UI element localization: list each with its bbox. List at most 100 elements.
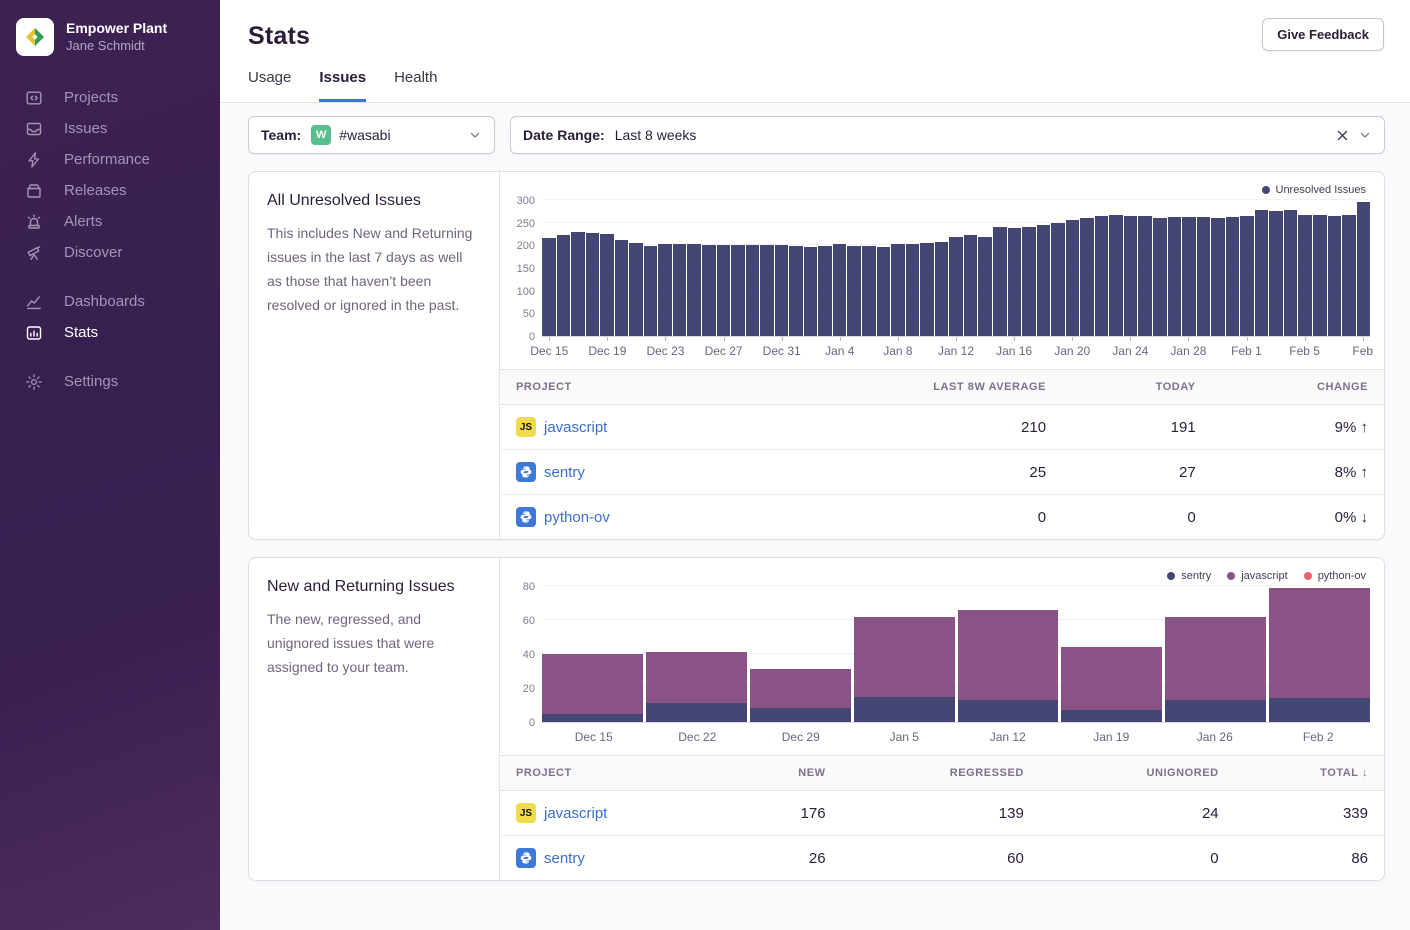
bar[interactable] [1226, 217, 1240, 336]
give-feedback-button[interactable]: Give Feedback [1262, 18, 1384, 51]
sidebar-item-discover[interactable]: Discover [0, 237, 220, 268]
bar[interactable] [847, 246, 861, 336]
column-header-regressed[interactable]: REGRESSED [842, 756, 1040, 791]
bar[interactable] [687, 244, 701, 336]
project-link[interactable]: javascript [544, 419, 607, 436]
stacked-bar[interactable] [854, 617, 955, 722]
team-selector[interactable]: Team: W #wasabi [248, 116, 495, 154]
bar[interactable] [1357, 202, 1371, 336]
legend-item-sentry[interactable]: sentry [1167, 570, 1211, 582]
stacked-bar[interactable] [1269, 588, 1370, 722]
column-header-last-8w-average[interactable]: LAST 8W AVERAGE [761, 370, 1062, 405]
bar[interactable] [629, 243, 643, 336]
column-header-change[interactable]: CHANGE [1212, 370, 1384, 405]
sidebar-item-releases[interactable]: Releases [0, 175, 220, 206]
bar[interactable] [1168, 217, 1182, 336]
bar[interactable] [1153, 218, 1167, 336]
bar[interactable] [760, 245, 774, 336]
project-link[interactable]: sentry [544, 850, 585, 867]
bar[interactable] [1080, 218, 1094, 336]
bar[interactable] [862, 246, 876, 336]
bar[interactable] [658, 244, 672, 336]
bar[interactable] [1284, 210, 1298, 336]
bar[interactable] [1182, 217, 1196, 336]
bar[interactable] [1313, 215, 1327, 336]
bar[interactable] [1008, 228, 1022, 336]
bar[interactable] [906, 244, 920, 336]
bar[interactable] [542, 238, 556, 336]
bar[interactable] [717, 245, 731, 336]
stacked-bar[interactable] [542, 654, 643, 722]
stacked-bar[interactable] [646, 652, 747, 722]
bar[interactable] [1037, 225, 1051, 336]
bar[interactable] [789, 246, 803, 336]
bar[interactable] [673, 244, 687, 336]
legend-item-unresolved-issues[interactable]: Unresolved Issues [1262, 184, 1367, 196]
tab-issues[interactable]: Issues [319, 69, 366, 102]
project-link[interactable]: javascript [544, 805, 607, 822]
legend-item-javascript[interactable]: javascript [1227, 570, 1287, 582]
bar[interactable] [1051, 223, 1065, 336]
sidebar-item-projects[interactable]: Projects [0, 82, 220, 113]
stacked-bar[interactable] [1165, 617, 1266, 722]
project-link[interactable]: sentry [544, 464, 585, 481]
bar[interactable] [818, 246, 832, 336]
bar[interactable] [557, 235, 571, 336]
bar[interactable] [1095, 216, 1109, 336]
sidebar-item-issues[interactable]: Issues [0, 113, 220, 144]
bar[interactable] [644, 246, 658, 336]
bar[interactable] [935, 242, 949, 336]
bar[interactable] [1109, 215, 1123, 336]
column-header-total[interactable]: TOTAL ↓ [1235, 756, 1384, 791]
sidebar-item-dashboards[interactable]: Dashboards [0, 286, 220, 317]
project-link[interactable]: python-ov [544, 509, 610, 526]
bar[interactable] [586, 233, 600, 337]
bar[interactable] [1197, 217, 1211, 336]
stacked-bar[interactable] [958, 610, 1059, 722]
bar[interactable] [1269, 211, 1283, 336]
bar[interactable] [746, 245, 760, 336]
bar[interactable] [1211, 218, 1225, 336]
bar[interactable] [833, 244, 847, 336]
bar[interactable] [775, 245, 789, 336]
sidebar-item-settings[interactable]: Settings [0, 366, 220, 397]
date-range-selector[interactable]: Date Range: Last 8 weeks [510, 116, 1385, 154]
bar[interactable] [600, 234, 614, 336]
bar[interactable] [964, 235, 978, 336]
bar[interactable] [1255, 210, 1269, 336]
column-header-project[interactable]: PROJECT [500, 370, 761, 405]
sidebar-item-alerts[interactable]: Alerts [0, 206, 220, 237]
column-header-new[interactable]: NEW [731, 756, 842, 791]
sidebar-item-stats[interactable]: Stats [0, 317, 220, 348]
bar[interactable] [571, 232, 585, 336]
bar[interactable] [920, 243, 934, 336]
bar[interactable] [804, 247, 818, 336]
bar[interactable] [1124, 216, 1138, 336]
column-header-today[interactable]: TODAY [1062, 370, 1212, 405]
legend-item-python-ov[interactable]: python-ov [1304, 570, 1366, 582]
tab-usage[interactable]: Usage [248, 69, 291, 102]
bar[interactable] [615, 240, 629, 336]
bar[interactable] [1022, 227, 1036, 336]
bar[interactable] [978, 237, 992, 336]
bar[interactable] [891, 244, 905, 336]
bar[interactable] [1342, 215, 1356, 336]
stacked-bar[interactable] [1061, 647, 1162, 722]
bar[interactable] [1298, 215, 1312, 336]
column-header-unignored[interactable]: UNIGNORED [1040, 756, 1235, 791]
bar[interactable] [993, 227, 1007, 336]
bar[interactable] [1138, 216, 1152, 336]
clear-date-icon[interactable] [1332, 125, 1352, 145]
column-header-project[interactable]: PROJECT [500, 756, 731, 791]
bar[interactable] [877, 247, 891, 336]
sidebar-item-performance[interactable]: Performance [0, 144, 220, 175]
tab-health[interactable]: Health [394, 69, 437, 102]
bar[interactable] [949, 237, 963, 336]
bar[interactable] [1328, 216, 1342, 336]
bar[interactable] [731, 245, 745, 336]
org-switcher[interactable]: Empower Plant Jane Schmidt [0, 18, 220, 56]
bar[interactable] [702, 245, 716, 336]
bar[interactable] [1240, 216, 1254, 336]
stacked-bar[interactable] [750, 669, 851, 722]
bar[interactable] [1066, 220, 1080, 336]
